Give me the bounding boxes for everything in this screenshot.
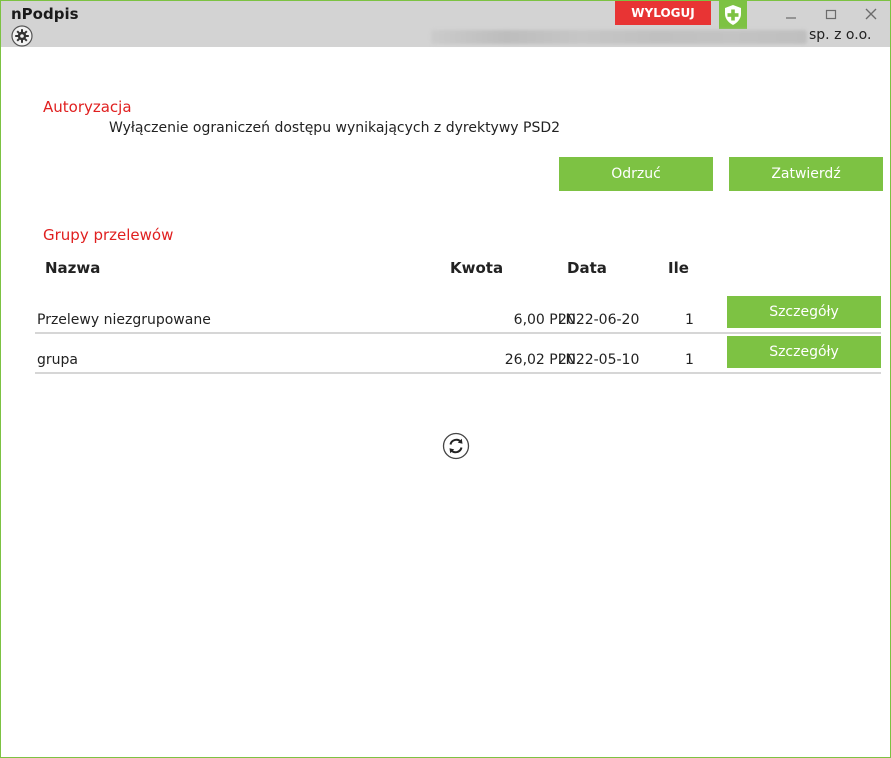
reject-button[interactable]: Odrzuć [559,157,713,191]
shield-icon[interactable] [719,1,747,29]
close-button[interactable] [856,3,886,25]
authorization-title: Autoryzacja [43,98,132,116]
close-icon [865,8,877,20]
column-header-date: Data [567,259,607,277]
gear-icon [11,25,33,47]
settings-button[interactable] [11,25,33,47]
group-count: 1 [685,312,694,328]
authorization-description: Wyłączenie ograniczeń dostępu wynikający… [109,120,561,136]
refresh-icon [442,432,470,460]
transfer-groups-title: Grupy przelewów [43,226,174,244]
app-title: nPodpis [11,5,79,23]
table-row: Przelewy niezgrupowane 6,00 PLN 2022-06-… [35,296,881,334]
column-header-name: Nazwa [45,259,101,277]
group-date: 2022-06-20 [558,312,640,328]
title-bar: nPodpis WYLOGUJ sp. z o.o. [1,1,890,47]
minimize-icon [786,17,796,19]
minimize-button[interactable] [776,3,806,25]
column-header-count: Ile [668,259,689,277]
logout-button[interactable]: WYLOGUJ [615,1,711,25]
details-button[interactable]: Szczegóły [727,296,881,328]
refresh-button[interactable] [442,432,470,460]
maximize-button[interactable] [816,3,846,25]
maximize-icon [825,9,837,20]
column-header-amount: Kwota [450,259,504,277]
group-name: grupa [37,352,78,368]
group-name: Przelewy niezgrupowane [37,312,211,328]
company-name-redacted [431,30,807,44]
group-date: 2022-05-10 [558,352,640,368]
app-window: nPodpis WYLOGUJ sp. z o.o. Autoryzacja W… [0,0,891,758]
approve-button[interactable]: Zatwierdź [729,157,883,191]
details-button[interactable]: Szczegóły [727,336,881,368]
group-count: 1 [685,352,694,368]
table-row: grupa 26,02 PLN 2022-05-10 1 Szczegóły [35,336,881,374]
company-name-suffix: sp. z o.o. [809,27,872,43]
